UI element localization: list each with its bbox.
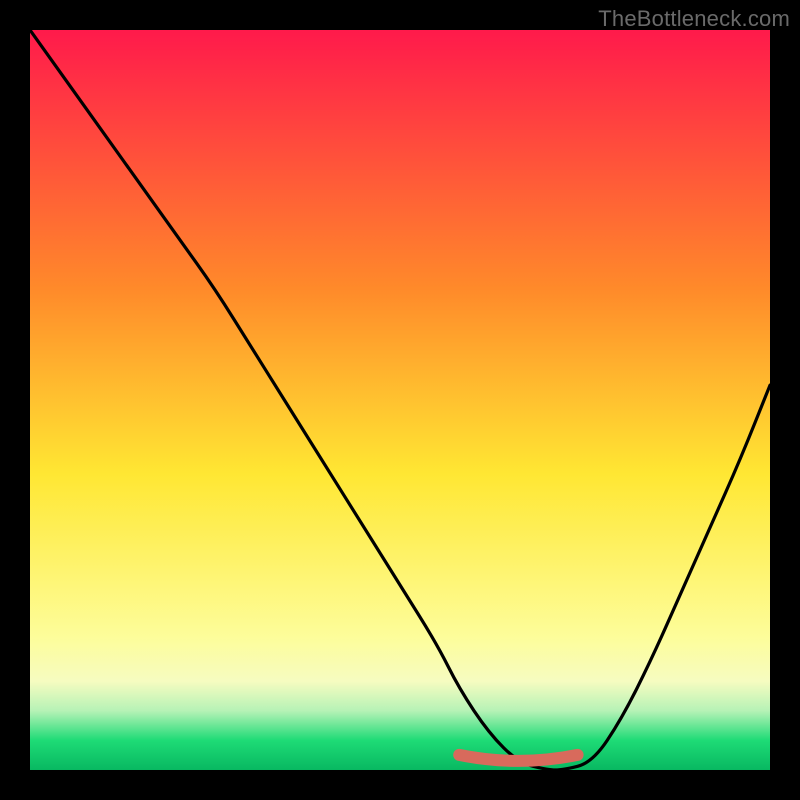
bottleneck-chart: [0, 0, 800, 800]
optimal-range-marker: [459, 755, 577, 761]
chart-stage: { "watermark": "TheBottleneck.com", "col…: [0, 0, 800, 800]
gradient-background: [30, 30, 770, 770]
